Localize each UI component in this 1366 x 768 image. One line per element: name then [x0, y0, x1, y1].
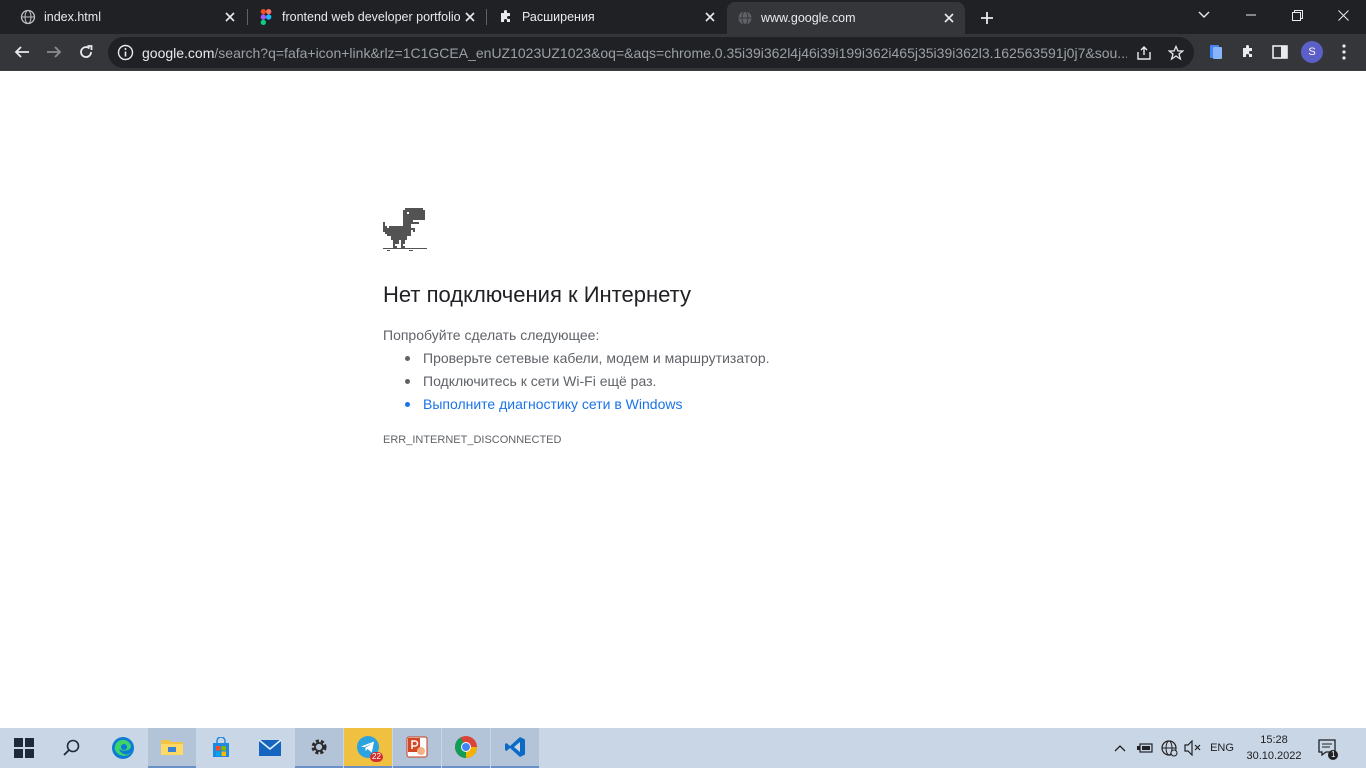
start-button[interactable] — [0, 728, 48, 768]
clock-date: 30.10.2022 — [1246, 750, 1302, 762]
language-indicator[interactable]: ENG — [1206, 728, 1238, 768]
unread-badge: 22 — [370, 752, 383, 762]
extensions-puzzle-icon[interactable] — [1234, 38, 1262, 66]
menu-kebab-icon[interactable] — [1330, 38, 1358, 66]
network-diagnostics-link[interactable]: Выполните диагностику сети в Windows — [405, 396, 770, 419]
error-page: Нет подключения к Интернету Попробуйте с… — [0, 71, 1366, 728]
notifications-icon[interactable]: 1 — [1314, 728, 1342, 768]
edge-icon[interactable] — [99, 728, 147, 768]
close-icon[interactable] — [700, 7, 720, 27]
vscode-icon[interactable] — [491, 728, 539, 768]
system-clock[interactable]: 15:28 30.10.2022 — [1236, 732, 1312, 764]
tab-extensions[interactable]: Расширения — [488, 0, 726, 34]
list-item: Проверьте сетевые кабели, модем и маршру… — [405, 350, 770, 373]
url-host: google.com — [142, 45, 215, 61]
figma-icon — [258, 9, 274, 25]
reload-button[interactable] — [72, 38, 100, 66]
telegram-icon[interactable]: 22 — [344, 728, 392, 768]
mail-icon[interactable] — [246, 728, 294, 768]
puzzle-icon — [498, 9, 514, 25]
microsoft-store-icon[interactable] — [197, 728, 245, 768]
back-button[interactable] — [8, 38, 36, 66]
powerpoint-icon[interactable] — [393, 728, 441, 768]
extension-docs-icon[interactable] — [1202, 38, 1230, 66]
minimize-button[interactable] — [1228, 0, 1274, 30]
browser-toolbar: google.com/search?q=fafa+icon+link&rlz=1… — [0, 34, 1366, 71]
tab-figma-portfolio[interactable]: frontend web developer portfolio — [248, 0, 486, 34]
settings-gear-icon[interactable] — [295, 728, 343, 768]
show-hidden-icons-chevron-icon[interactable] — [1110, 728, 1130, 768]
tab-title: index.html — [44, 10, 101, 24]
close-icon[interactable] — [939, 8, 959, 28]
list-item: Подключитесь к сети Wi-Fi ещё раз. — [405, 373, 770, 396]
site-info-icon[interactable] — [117, 44, 134, 61]
search-icon[interactable] — [48, 728, 96, 768]
clock-time: 15:28 — [1260, 734, 1288, 746]
page-title: Нет подключения к Интернету — [383, 282, 691, 307]
url-path: /search?q=fafa+icon+link&rlz=1C1GCEA_enU… — [214, 45, 1127, 61]
battery-icon[interactable] — [1134, 728, 1156, 768]
close-window-button[interactable] — [1320, 0, 1366, 30]
tab-strip: index.html frontend web developer portfo… — [0, 0, 1366, 34]
close-icon[interactable] — [220, 7, 240, 27]
profile-avatar[interactable]: S — [1301, 41, 1323, 63]
windows-taskbar: 22 ENG 15:28 30.10.2022 1 — [0, 728, 1366, 768]
suggestions-label: Попробуйте сделать следующее: — [383, 327, 600, 343]
chrome-icon[interactable] — [442, 728, 490, 768]
suggestions-list: Проверьте сетевые кабели, модем и маршру… — [405, 350, 770, 419]
restore-button[interactable] — [1274, 0, 1320, 30]
bookmark-star-icon[interactable] — [1165, 42, 1187, 64]
forward-button[interactable] — [40, 38, 68, 66]
error-code: ERR_INTERNET_DISCONNECTED — [383, 434, 562, 446]
globe-icon — [737, 10, 753, 26]
tab-title: www.google.com — [761, 11, 856, 25]
volume-muted-icon[interactable] — [1182, 728, 1204, 768]
share-icon[interactable] — [1133, 42, 1155, 64]
url-text[interactable]: google.com/search?q=fafa+icon+link&rlz=1… — [142, 45, 1127, 61]
tab-search-button[interactable] — [1181, 0, 1227, 30]
tab-title: Расширения — [522, 10, 595, 24]
globe-icon — [20, 9, 36, 25]
tab-google-active[interactable]: www.google.com — [727, 2, 965, 34]
side-panel-icon[interactable] — [1266, 38, 1294, 66]
notification-count-badge: 1 — [1328, 750, 1339, 760]
tab-title: frontend web developer portfolio — [282, 10, 460, 24]
file-explorer-icon[interactable] — [148, 728, 196, 768]
new-tab-button[interactable] — [976, 7, 998, 29]
tab-divider — [486, 9, 487, 25]
offline-dino-icon[interactable] — [383, 208, 427, 252]
address-bar[interactable]: google.com/search?q=fafa+icon+link&rlz=1… — [108, 37, 1194, 68]
network-globe-icon[interactable] — [1158, 728, 1180, 768]
tab-index-html[interactable]: index.html — [0, 0, 246, 34]
close-icon[interactable] — [460, 7, 480, 27]
